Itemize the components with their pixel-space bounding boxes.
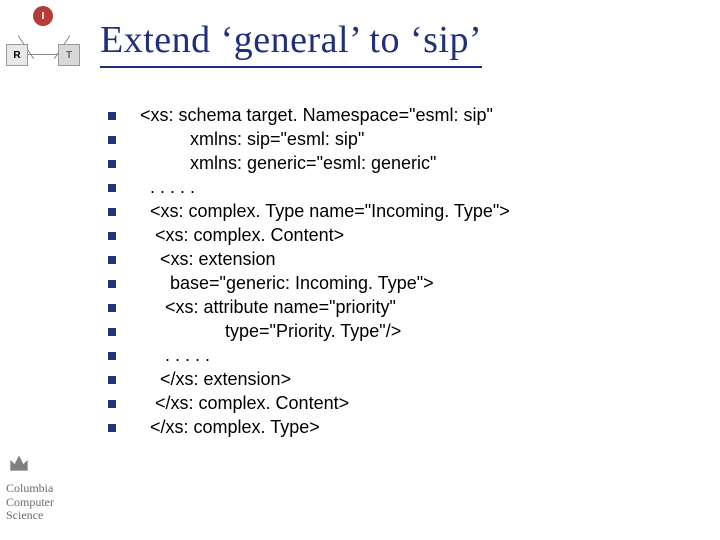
bullet-icon <box>108 304 116 312</box>
bullet-icon <box>108 352 116 360</box>
code-text: <xs: complex. Type name="Incoming. Type"… <box>140 201 510 222</box>
code-line: <xs: schema target. Namespace="esml: sip… <box>108 105 668 126</box>
code-text: . . . . . <box>140 177 195 198</box>
code-text: xmlns: generic="esml: generic" <box>140 153 436 174</box>
edge-rt <box>28 54 58 55</box>
bullet-icon <box>108 184 116 192</box>
node-t: T <box>58 44 80 66</box>
bullet-icon <box>108 232 116 240</box>
code-line: <xs: complex. Type name="Incoming. Type"… <box>108 201 668 222</box>
logo-line2: Computer <box>6 496 86 509</box>
code-line: </xs: complex. Type> <box>108 417 668 438</box>
bullet-icon <box>108 112 116 120</box>
bullet-icon <box>108 208 116 216</box>
footer-logo: Columbia Computer Science <box>6 449 86 522</box>
code-line: xmlns: generic="esml: generic" <box>108 153 668 174</box>
logo-line3: Science <box>6 509 86 522</box>
code-line: <xs: extension <box>108 249 668 270</box>
code-text: </xs: complex. Content> <box>140 393 349 414</box>
code-text: . . . . . <box>140 345 210 366</box>
node-i: I <box>33 6 53 26</box>
code-text: <xs: extension <box>140 249 276 270</box>
code-line: </xs: extension> <box>108 369 668 390</box>
bullet-icon <box>108 280 116 288</box>
slide: I R T Extend ‘general’ to ‘sip’ <xs: sch… <box>0 0 720 540</box>
code-text: <xs: schema target. Namespace="esml: sip… <box>140 105 493 126</box>
code-line: </xs: complex. Content> <box>108 393 668 414</box>
code-line: type="Priority. Type"/> <box>108 321 668 342</box>
bullet-icon <box>108 256 116 264</box>
code-text: <xs: complex. Content> <box>140 225 344 246</box>
code-text: xmlns: sip="esml: sip" <box>140 129 364 150</box>
code-block: <xs: schema target. Namespace="esml: sip… <box>108 105 668 441</box>
code-line: <xs: complex. Content> <box>108 225 668 246</box>
bullet-icon <box>108 376 116 384</box>
code-line: . . . . . <box>108 345 668 366</box>
code-line: . . . . . <box>108 177 668 198</box>
bullet-icon <box>108 160 116 168</box>
bullet-icon <box>108 328 116 336</box>
code-text: base="generic: Incoming. Type"> <box>140 273 434 294</box>
code-line: base="generic: Incoming. Type"> <box>108 273 668 294</box>
bullet-icon <box>108 400 116 408</box>
code-text: type="Priority. Type"/> <box>140 321 401 342</box>
code-text: </xs: extension> <box>140 369 291 390</box>
irt-diagram: I R T <box>6 6 80 66</box>
bullet-icon <box>108 136 116 144</box>
code-text: <xs: attribute name="priority" <box>140 297 396 318</box>
code-text: </xs: complex. Type> <box>140 417 320 438</box>
code-line: xmlns: sip="esml: sip" <box>108 129 668 150</box>
code-line: <xs: attribute name="priority" <box>108 297 668 318</box>
bullet-icon <box>108 424 116 432</box>
logo-line1: Columbia <box>6 482 86 495</box>
crown-icon <box>6 449 32 475</box>
slide-title: Extend ‘general’ to ‘sip’ <box>100 18 482 68</box>
node-r: R <box>6 44 28 66</box>
